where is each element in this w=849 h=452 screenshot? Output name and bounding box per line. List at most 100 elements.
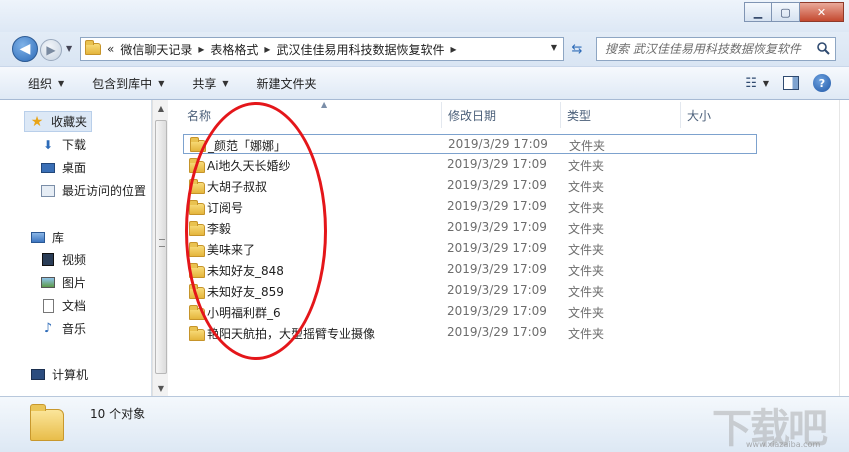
- highlight-circle: [185, 102, 327, 360]
- nav-computer-label: 计算机: [52, 368, 89, 382]
- breadcrumb-overflow[interactable]: «: [107, 42, 114, 56]
- nav-favorites-label: 收藏夹: [51, 115, 88, 129]
- file-date: 2019/3/29 17:09: [447, 199, 547, 213]
- column-type-label: 类型: [567, 108, 592, 123]
- recent-pages-dropdown[interactable]: ▼: [66, 44, 72, 53]
- chevron-down-icon: ▼: [762, 78, 769, 88]
- new-folder-label: 新建文件夹: [256, 76, 317, 91]
- forward-button[interactable]: ▶: [40, 39, 62, 61]
- nav-videos[interactable]: 视频: [40, 251, 86, 268]
- nav-downloads[interactable]: ⬇ 下载: [40, 136, 86, 153]
- computer-icon: [30, 368, 46, 382]
- file-type: 文件夹: [568, 180, 605, 194]
- nav-favorites[interactable]: ★ 收藏夹: [24, 111, 93, 132]
- file-list-scrollbar[interactable]: [839, 100, 849, 396]
- nav-pictures-label: 图片: [62, 276, 87, 290]
- object-count: 10 个对象: [90, 407, 146, 421]
- arrow-left-icon: ◀: [19, 41, 31, 57]
- nav-desktop[interactable]: 桌面: [40, 159, 86, 176]
- file-date: 2019/3/29 17:09: [447, 304, 547, 318]
- file-date: 2019/3/29 17:09: [447, 157, 547, 171]
- file-type: 文件夹: [569, 139, 606, 153]
- nav-videos-label: 视频: [62, 253, 87, 267]
- file-type: 文件夹: [568, 264, 605, 278]
- file-type: 文件夹: [568, 306, 605, 320]
- close-button[interactable]: ✕: [800, 2, 844, 22]
- help-icon[interactable]: ?: [813, 74, 831, 92]
- nav-music-label: 音乐: [62, 322, 87, 336]
- nav-recent-places[interactable]: 最近访问的位置: [40, 182, 146, 199]
- nav-documents[interactable]: 文档: [40, 297, 86, 314]
- scroll-up-icon[interactable]: ▲: [153, 100, 169, 116]
- star-icon: ★: [30, 113, 44, 130]
- scroll-down-icon[interactable]: ▼: [153, 380, 169, 396]
- back-button[interactable]: ◀: [12, 36, 38, 62]
- include-in-library-menu[interactable]: 包含到库中 ▼: [92, 75, 164, 92]
- address-bar[interactable]: « 微信聊天记录 ▸ 表格格式 ▸ 武汉佳佳易用科技数据恢复软件 ▸ ▼: [80, 37, 564, 61]
- library-icon: [30, 231, 46, 245]
- file-date: 2019/3/29 17:09: [447, 178, 547, 192]
- nav-scrollbar[interactable]: ▲ ▼: [152, 100, 168, 396]
- navigation-pane: ★ 收藏夹 ⬇ 下载 桌面 最近访问的位置 库 视频 图片 文档 ♪ 音乐 计算…: [0, 100, 152, 396]
- nav-pictures[interactable]: 图片: [40, 274, 86, 291]
- column-size-label: 大小: [687, 108, 712, 123]
- grip-icon: [159, 239, 165, 247]
- column-type[interactable]: 类型: [561, 102, 681, 128]
- new-folder-button[interactable]: 新建文件夹: [257, 75, 317, 92]
- column-size[interactable]: 大小: [681, 102, 771, 128]
- chevron-down-icon: ▼: [58, 78, 65, 88]
- file-date: 2019/3/29 17:09: [447, 283, 547, 297]
- change-view-button[interactable]: ☷ ▼: [745, 76, 769, 91]
- include-in-library-label: 包含到库中: [92, 76, 153, 91]
- nav-computer[interactable]: 计算机: [30, 366, 88, 383]
- nav-downloads-label: 下载: [62, 138, 87, 152]
- document-icon: [40, 298, 56, 313]
- breadcrumb-separator[interactable]: ▸: [450, 42, 456, 56]
- arrow-right-icon: ▶: [46, 43, 56, 57]
- organize-label: 组织: [28, 76, 53, 91]
- minimize-button[interactable]: ▁: [744, 2, 772, 22]
- title-bar: ▁ ▢ ✕: [0, 0, 849, 32]
- refresh-button[interactable]: ⇆: [566, 38, 588, 60]
- nav-recent-places-label: 最近访问的位置: [62, 184, 147, 198]
- video-icon: [40, 253, 56, 267]
- nav-desktop-label: 桌面: [62, 161, 87, 175]
- preview-pane-icon[interactable]: [783, 76, 799, 90]
- address-row: ◀ ▶ ▼ « 微信聊天记录 ▸ 表格格式 ▸ 武汉佳佳易用科技数据恢复软件 ▸…: [0, 32, 849, 66]
- nav-libraries-label: 库: [52, 231, 65, 245]
- search-icon[interactable]: [816, 41, 830, 55]
- sort-ascending-icon: ▲: [321, 100, 328, 109]
- nav-libraries[interactable]: 库: [30, 229, 64, 246]
- desktop-icon: [40, 161, 56, 175]
- address-dropdown[interactable]: ▼: [551, 43, 557, 52]
- breadcrumb-separator[interactable]: ▸: [264, 42, 270, 56]
- refresh-icon: ⇆: [571, 41, 583, 57]
- nav-documents-label: 文档: [62, 299, 87, 313]
- breadcrumb-item[interactable]: 表格格式: [210, 41, 258, 58]
- toolbar-right: ☷ ▼ ?: [745, 74, 831, 92]
- maximize-button[interactable]: ▢: [772, 2, 800, 22]
- column-date-modified[interactable]: 修改日期: [442, 102, 561, 128]
- chevron-down-icon: ▼: [158, 78, 165, 88]
- share-menu[interactable]: 共享 ▼: [192, 75, 228, 92]
- organize-menu[interactable]: 组织 ▼: [28, 75, 64, 92]
- window-controls: ▁ ▢ ✕: [744, 2, 844, 22]
- folder-icon: [30, 404, 64, 441]
- breadcrumb-item[interactable]: 武汉佳佳易用科技数据恢复软件: [276, 41, 444, 58]
- recent-places-icon: [40, 184, 56, 198]
- file-type: 文件夹: [568, 159, 605, 173]
- scroll-thumb[interactable]: [155, 120, 167, 374]
- search-box[interactable]: [596, 37, 836, 61]
- search-input[interactable]: [605, 42, 811, 56]
- file-type: 文件夹: [568, 222, 605, 236]
- breadcrumb-item[interactable]: 微信聊天记录: [120, 41, 192, 58]
- breadcrumb-separator[interactable]: ▸: [198, 42, 204, 56]
- file-date: 2019/3/29 17:09: [448, 137, 548, 151]
- details-pane: 10 个对象: [0, 396, 849, 452]
- file-date: 2019/3/29 17:09: [447, 241, 547, 255]
- file-type: 文件夹: [568, 243, 605, 257]
- picture-icon: [40, 276, 56, 290]
- nav-music[interactable]: ♪ 音乐: [40, 320, 86, 337]
- file-date: 2019/3/29 17:09: [447, 262, 547, 276]
- download-folder-icon: ⬇: [42, 137, 54, 152]
